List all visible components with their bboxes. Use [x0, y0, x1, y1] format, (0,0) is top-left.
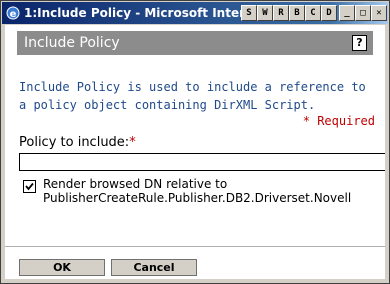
policy-input[interactable] [19, 153, 385, 171]
toolbar-button-r[interactable]: R [273, 5, 289, 21]
window-title: 1:Include Policy - Microsoft Internet E [24, 6, 254, 20]
description-text: Include Policy is used to include a refe… [19, 80, 366, 112]
ok-button[interactable]: OK [19, 259, 105, 276]
render-dn-label-line1: Render browsed DN relative to [43, 177, 228, 191]
checkmark-icon [25, 182, 34, 191]
toolbar-button-s[interactable]: S [241, 5, 257, 21]
help-icon[interactable]: ? [352, 35, 367, 51]
render-dn-checkbox[interactable] [23, 180, 36, 193]
title-bar[interactable]: e 1:Include Policy - Microsoft Internet … [2, 2, 388, 24]
svg-text:e: e [10, 9, 17, 20]
required-asterisk: * [129, 135, 136, 150]
render-dn-label: Render browsed DN relative to PublisherC… [43, 177, 383, 205]
toolbar-button-w[interactable]: W [257, 5, 273, 21]
browser-window: e 1:Include Policy - Microsoft Internet … [0, 0, 390, 284]
toolbar-button-c[interactable]: C [305, 5, 321, 21]
minimize-button[interactable]: _ [339, 5, 355, 21]
cancel-button[interactable]: Cancel [111, 259, 197, 276]
dialog-header: Include Policy ? [17, 31, 373, 55]
dialog-content: Include Policy ? Include Policy is used … [5, 25, 385, 279]
policy-field-label: Policy to include:* [19, 135, 136, 150]
render-dn-label-line2: PublisherCreateRule.Publisher.DB2.Driver… [43, 191, 352, 205]
required-note: * Required [302, 114, 375, 128]
toolbar-button-d[interactable]: D [321, 5, 337, 21]
policy-field-label-text: Policy to include: [19, 135, 130, 150]
dialog-title: Include Policy [24, 35, 120, 51]
toolbar-button-b[interactable]: B [289, 5, 305, 21]
maximize-button[interactable]: □ [355, 5, 371, 21]
footer-divider [5, 246, 385, 247]
close-button[interactable]: ✕ [371, 5, 387, 21]
ie-icon: e [6, 6, 20, 20]
